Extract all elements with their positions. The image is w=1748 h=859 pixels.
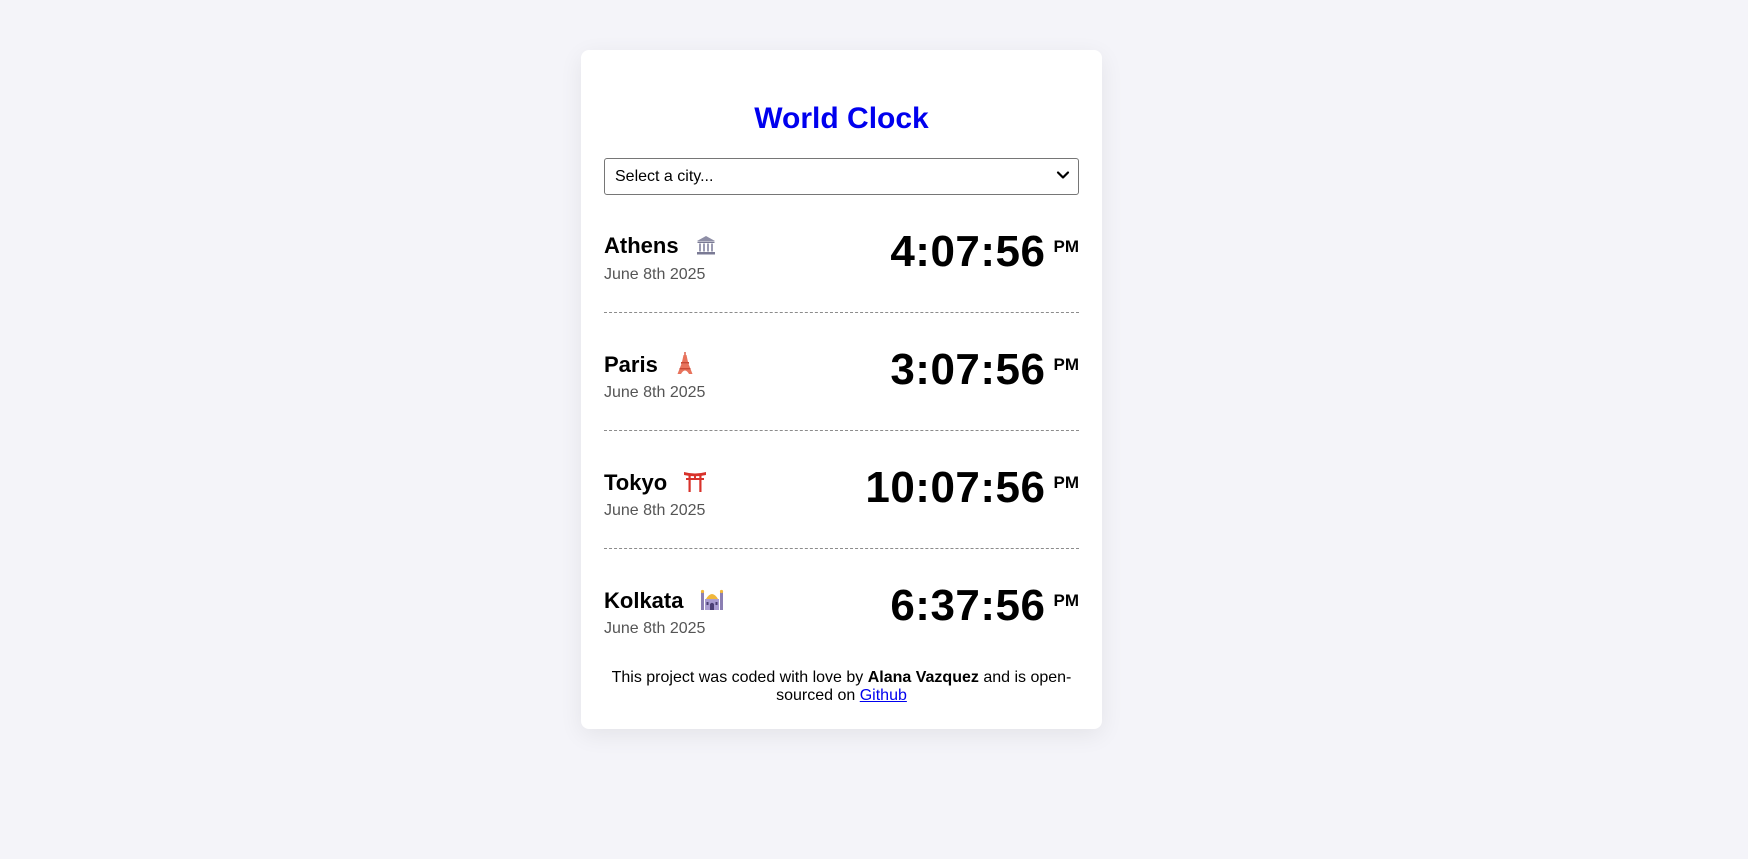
city-select[interactable]: Select a city... <box>604 158 1079 195</box>
footer-text-before: This project was coded with love by <box>611 669 868 686</box>
city-name-row: Athens <box>604 233 717 259</box>
city-name: Paris <box>604 352 658 377</box>
city-time: 4:07:56 PM <box>890 227 1079 277</box>
time-value: 4:07:56 <box>890 227 1046 276</box>
city-time: 6:37:56 PM <box>890 581 1079 631</box>
am-pm-label: PM <box>1053 473 1080 492</box>
am-pm-label: PM <box>1053 237 1080 256</box>
github-link[interactable]: Github <box>860 687 907 704</box>
city-name-row: Tokyo <box>604 469 707 496</box>
city-row-kolkata: Kolkata June 8th 2025 6:37:56 PM <box>604 549 1079 667</box>
city-name: Kolkata <box>604 588 684 613</box>
am-pm-label: PM <box>1053 355 1080 374</box>
world-clock-card: World Clock Select a city... Athens June… <box>581 50 1102 729</box>
page-title: World Clock <box>754 102 929 135</box>
mosque-icon <box>700 589 723 610</box>
city-select-input[interactable]: Select a city... <box>605 159 1078 194</box>
city-date: June 8th 2025 <box>604 266 706 283</box>
author-name: Alana Vazquez <box>867 669 979 686</box>
city-name-row: Kolkata <box>604 587 724 614</box>
city-date: June 8th 2025 <box>604 620 706 637</box>
am-pm-label: PM <box>1053 591 1080 610</box>
city-name-row: Paris <box>604 351 696 378</box>
time-value: 10:07:56 <box>865 463 1046 512</box>
city-name: Tokyo <box>604 470 668 495</box>
time-value: 6:37:56 <box>890 581 1046 630</box>
footer: This project was coded with love by Alan… <box>604 669 1079 705</box>
city-row-athens: Athens June 8th 2025 4:07:56 PM <box>604 195 1079 313</box>
city-list: Athens June 8th 2025 4:07:56 PM Paris Ju… <box>604 195 1079 667</box>
city-row-tokyo: Tokyo June 8th 2025 10:07:56 PM <box>604 431 1079 549</box>
city-name: Athens <box>604 233 679 258</box>
city-date: June 8th 2025 <box>604 502 706 519</box>
classical-building-icon <box>696 236 715 255</box>
city-time: 10:07:56 PM <box>865 463 1079 513</box>
torii-gate-icon <box>684 472 707 492</box>
city-date: June 8th 2025 <box>604 384 706 401</box>
city-time: 3:07:56 PM <box>890 345 1079 395</box>
time-value: 3:07:56 <box>890 345 1046 394</box>
city-row-paris: Paris June 8th 2025 3:07:56 PM <box>604 313 1079 431</box>
eiffel-tower-icon <box>677 352 693 374</box>
